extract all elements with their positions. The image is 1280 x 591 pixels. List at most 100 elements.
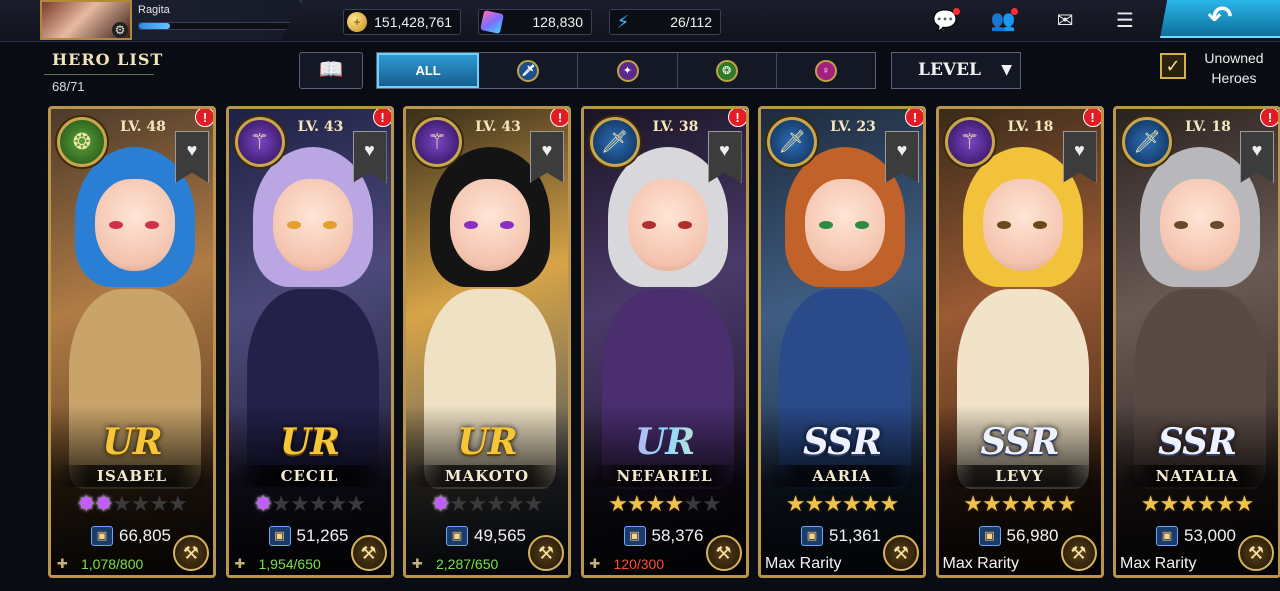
tab-support-class[interactable]: ♀ <box>777 53 875 88</box>
purple-class-badge-icon: ⚚ <box>412 117 462 167</box>
combat-power-value: 56,980 <box>1006 526 1059 545</box>
power-icon: ▣ <box>446 526 468 546</box>
hero-level: LV. 38 <box>652 119 699 135</box>
purple-star-icon: ✸ <box>94 491 113 516</box>
gold-star-icon: ★ <box>823 491 843 516</box>
gold-star-icon: ★ <box>645 491 666 516</box>
hero-card[interactable]: ❂ LV. 48 ♥ ! UR ISABEL ✸✸★★★★ ▣ 66,805 ✚… <box>48 106 216 578</box>
hero-eye <box>322 221 337 229</box>
upgrade-button[interactable]: ⚒ <box>350 535 387 571</box>
combat-power: ▣ 51,265 <box>268 525 349 547</box>
combat-power-value: 51,361 <box>829 526 881 545</box>
hero-card[interactable]: 🗡 LV. 23 ♥ ! SSR AARIA ★★★★★★ ▣ 51,361 M… <box>758 106 926 578</box>
hero-eye <box>145 221 159 229</box>
nature-class-icon: ❂ <box>715 59 738 82</box>
empty-star-icon: ★ <box>448 491 469 516</box>
combat-power: ▣ 49,565 <box>446 525 526 547</box>
empty-star-icon: ★ <box>505 491 525 516</box>
rarity-label: SSR <box>980 421 1059 463</box>
hero-level: LV. 18 <box>1007 119 1054 135</box>
empty-star-icon: ★ <box>683 491 703 516</box>
empty-star-icon: ★ <box>111 491 132 516</box>
power-icon: ▣ <box>91 526 113 546</box>
gold-star-icon: ★ <box>627 491 647 516</box>
unowned-heroes-checkbox[interactable]: ✓ <box>1160 53 1186 79</box>
blue-class-badge-icon: 🗡 <box>589 117 640 167</box>
gold-star-icon: ★ <box>785 491 806 516</box>
fragment-counter: ✚ 120/300 <box>590 555 665 573</box>
mail-icon[interactable]: ✉ <box>1052 9 1078 33</box>
hero-name: LEVY <box>944 465 1095 487</box>
empty-star-icon: ★ <box>346 491 366 516</box>
gem-counter[interactable]: 128,830 <box>478 9 592 35</box>
empty-star-icon: ★ <box>290 491 310 516</box>
max-rarity-label: Max Rarity <box>1120 555 1197 572</box>
checkmark-icon: ✓ <box>1165 56 1181 76</box>
upgrade-button[interactable]: ⚒ <box>173 535 209 571</box>
upgrade-button[interactable]: ⚒ <box>883 535 919 571</box>
hero-card[interactable]: ⚚ LV. 43 ♥ ! UR CECIL ✸★★★★★ ▣ 51,265 ✚ … <box>225 106 394 578</box>
sort-dropdown[interactable]: LEVEL ▼ <box>891 52 1021 89</box>
hero-eye <box>109 221 123 229</box>
fragment-value: 1,078/800 <box>81 556 144 572</box>
tab-sword-class[interactable]: 🗡 <box>479 53 579 88</box>
alert-badge-icon: ! <box>727 109 746 127</box>
gold-star-icon: ★ <box>1159 491 1180 516</box>
hammer-icon: ⚒ <box>715 543 732 563</box>
star-rating: ✸★★★★★ <box>229 493 391 515</box>
avatar[interactable]: ⚙ <box>40 0 132 40</box>
hero-card[interactable]: 🗡 LV. 38 ♥ ! UR NEFARIEL ★★★★★★ ▣ 58,376… <box>580 106 749 578</box>
hero-face <box>805 179 885 271</box>
max-rarity-label: Max Rarity <box>765 555 842 572</box>
energy-counter[interactable]: ⚡ 26/112 <box>609 9 721 35</box>
tab-magic-class[interactable]: ✦ <box>578 53 678 88</box>
divider <box>44 74 154 75</box>
heart-icon: ♥ <box>364 140 375 160</box>
friends-icon[interactable]: 👥 <box>990 8 1018 33</box>
upgrade-button[interactable]: ⚒ <box>1238 535 1274 571</box>
gold-star-icon: ★ <box>1215 491 1236 516</box>
player-level: Lv.98 <box>304 4 331 16</box>
hammer-icon: ⚒ <box>360 543 377 563</box>
hero-card[interactable]: ⚚ LV. 18 ♥ ! SSR LEVY ★★★★★★ ▣ 56,980 Ma… <box>935 106 1104 578</box>
gold-star-icon: ★ <box>1056 491 1077 516</box>
hero-count: 68/71 <box>52 79 85 94</box>
menu-icon[interactable]: ☰ <box>1112 9 1138 33</box>
sort-dropdown-value: LEVEL <box>918 60 982 80</box>
hero-card[interactable]: ⚚ LV. 43 ♥ ! UR MAKOTO ✸★★★★★ ▣ 49,565 ✚… <box>403 106 571 578</box>
gold-star-icon: ★ <box>842 491 862 516</box>
player-profile[interactable]: ⚙ Ragita Lv.98 <box>40 0 302 40</box>
lightning-icon: ⚡ <box>616 12 630 32</box>
triangle-down-icon: ▼ <box>1001 62 1012 78</box>
combat-power-value: 66,805 <box>119 526 171 545</box>
gold-counter[interactable]: + 151,428,761 <box>343 9 461 35</box>
star-rating: ★★★★★★ <box>761 493 923 515</box>
rarity-label: UR <box>102 421 162 463</box>
chat-icon[interactable]: 💬 <box>932 8 960 33</box>
hero-card[interactable]: 🗡 LV. 18 ♥ ! SSR NATALIA ★★★★★★ ▣ 53,000… <box>1113 106 1280 578</box>
power-icon: ▣ <box>978 526 1001 546</box>
hero-name: NEFARIEL <box>589 465 740 487</box>
tab-nature-class[interactable]: ❂ <box>678 53 777 88</box>
back-button[interactable]: ↶ <box>1160 0 1280 38</box>
upgrade-button[interactable]: ⚒ <box>1060 535 1097 571</box>
fragment-counter: ✚ 1,954/650 <box>235 555 321 573</box>
gold-star-icon: ★ <box>1000 491 1021 516</box>
purple-star-icon: ✸ <box>77 491 95 516</box>
upgrade-button[interactable]: ⚒ <box>705 535 742 571</box>
gold-star-icon: ★ <box>982 491 1002 516</box>
hero-eye <box>286 221 301 229</box>
hero-level: LV. 48 <box>120 119 166 135</box>
upgrade-button[interactable]: ⚒ <box>528 535 564 571</box>
encyclopedia-book-button[interactable]: 📖 <box>299 52 363 89</box>
hero-eye <box>1032 221 1047 229</box>
gold-star-icon: ★ <box>860 491 881 516</box>
empty-star-icon: ★ <box>486 491 506 516</box>
green-class-badge-icon: ❂ <box>57 117 107 167</box>
gear-icon[interactable]: ⚙ <box>112 22 128 38</box>
tab-all[interactable]: ALL <box>377 53 480 88</box>
empty-star-icon: ★ <box>523 491 544 516</box>
hero-face <box>627 179 708 271</box>
empty-star-icon: ★ <box>149 491 169 516</box>
hero-face <box>982 179 1063 271</box>
